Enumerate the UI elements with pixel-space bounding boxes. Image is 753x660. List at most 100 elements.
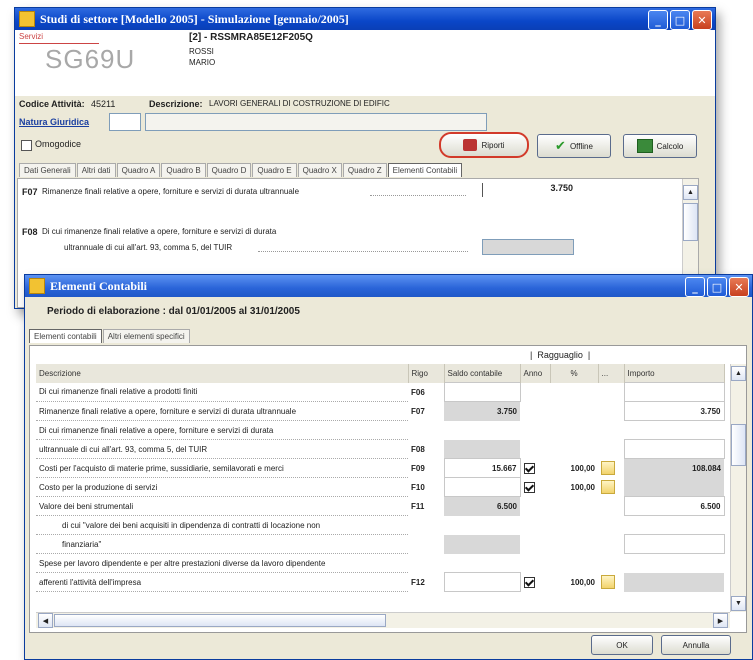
tab-quadro-d[interactable]: Quadro D (206, 163, 252, 177)
col-header-perc[interactable]: % (550, 364, 599, 383)
elementi-maximize-icon[interactable]: □ (707, 277, 727, 297)
calc-button-label: Calcolo (656, 141, 684, 151)
dots-cell (598, 535, 624, 554)
importo-cell[interactable]: 6.500 (623, 496, 725, 516)
table-row[interactable]: ultrannuale di cui all'art. 93, comma 5,… (36, 439, 725, 459)
f08-value-field[interactable] (482, 239, 574, 255)
tab-quadro-z[interactable]: Quadro Z (342, 163, 387, 177)
percent-cell (550, 535, 598, 554)
table-row[interactable]: afferenti l'attività dell'impresa F12 100,… (36, 572, 724, 592)
table-row[interactable]: Di cui rimanenze finali relative a prodo… (36, 382, 725, 402)
saldo-contabile-cell[interactable] (444, 439, 520, 459)
table-row[interactable]: Valore dei beni strumentali F11 6.500 6.500 (36, 496, 725, 516)
detail-button[interactable] (601, 461, 615, 475)
grid-scroll-right-icon[interactable]: ▶ (713, 613, 728, 628)
dots-cell[interactable] (598, 459, 624, 478)
saldo-contabile-cell[interactable] (443, 477, 521, 497)
tab-quadro-e[interactable]: Quadro E (252, 163, 297, 177)
grid-hscroll-thumb[interactable] (54, 614, 386, 627)
table-row[interactable]: di cui "valore dei beni acquisiti in dip… (36, 515, 724, 535)
anno-cell (520, 554, 550, 573)
importo-cell[interactable] (624, 477, 724, 497)
saldo-contabile-cell[interactable]: 6.500 (444, 496, 520, 516)
table-row[interactable]: Di cui rimanenze finali relative a opere… (36, 420, 724, 440)
grid-horizontal-scrollbar[interactable]: ◀ ▶ (36, 612, 730, 628)
grid-scroll-left-icon[interactable]: ◀ (38, 613, 53, 628)
grid-scroll-up-icon[interactable]: ▲ (731, 366, 746, 381)
grid-panel: | Ragguaglio | Descrizione Rigo Saldo co… (29, 345, 747, 633)
grid-vertical-scrollbar[interactable]: ▲ ▼ (730, 364, 746, 612)
importo-cell[interactable] (623, 439, 725, 459)
grid-scroll-thumb[interactable] (731, 424, 746, 466)
reports-button-label: Riporti (481, 140, 505, 150)
legal-nature-code-input[interactable] (109, 113, 141, 131)
percent-cell (550, 554, 598, 573)
importo-cell[interactable] (624, 572, 724, 592)
tab-elementi-contabili[interactable]: Elementi Contabili (387, 163, 463, 177)
detail-button[interactable] (601, 480, 615, 494)
calc-button[interactable]: Calcolo (623, 134, 697, 158)
close-icon[interactable]: ✕ (692, 10, 712, 30)
scroll-up-icon[interactable]: ▲ (683, 185, 698, 200)
importo-cell[interactable] (623, 382, 725, 402)
activity-code-value: 45211 (91, 99, 116, 109)
cancel-button[interactable]: Annulla (661, 635, 731, 655)
grid-scroll-down-icon[interactable]: ▼ (731, 596, 746, 611)
percent-cell (550, 402, 598, 421)
importo-cell[interactable]: 108.084 (624, 458, 724, 478)
col-header-rigo[interactable]: Rigo (408, 364, 445, 383)
reports-button[interactable]: Riporti (439, 132, 529, 158)
tab-altri-elementi[interactable]: Altri elementi specifici (102, 329, 190, 343)
anno-cell (520, 421, 550, 440)
importo-cell[interactable] (623, 534, 725, 554)
table-row[interactable]: Rimanenze finali relative a opere, forni… (36, 401, 725, 421)
dots-cell[interactable] (598, 573, 624, 592)
col-header-saldo[interactable]: Saldo contabile (444, 364, 521, 383)
detail-button[interactable] (601, 575, 615, 589)
percent-cell (550, 383, 598, 402)
table-row[interactable]: Costo per la produzione di servizi F10 100… (36, 477, 724, 497)
anno-checkbox[interactable] (523, 481, 535, 493)
dots-cell[interactable] (598, 478, 624, 497)
saldo-contabile-cell[interactable]: 3.750 (444, 401, 520, 421)
tab-quadro-x[interactable]: Quadro X (297, 163, 342, 177)
saldo-contabile-cell[interactable] (443, 572, 521, 592)
elementi-close-icon[interactable]: ✕ (729, 277, 749, 297)
legal-nature-label[interactable]: Natura Giuridica (19, 117, 89, 127)
anno-checkbox[interactable] (523, 576, 535, 588)
col-header-descrizione[interactable]: Descrizione (36, 364, 409, 383)
minimize-icon[interactable]: _ (648, 10, 668, 30)
checkbox-omogodice[interactable] (21, 140, 32, 151)
table-row[interactable]: finanziaria" (36, 534, 725, 554)
anno-checkbox[interactable] (523, 462, 535, 474)
col-header-anno[interactable]: Anno (520, 364, 551, 383)
ok-button[interactable]: OK (591, 635, 653, 655)
tab-quadro-a[interactable]: Quadro A (116, 163, 161, 177)
table-row[interactable]: Spese per lavoro dipendente e per altre … (36, 553, 724, 573)
offline-button[interactable]: ✔ Offline (537, 134, 611, 158)
anno-cell[interactable] (520, 459, 550, 478)
col-header-dots[interactable]: ... (598, 364, 625, 383)
percent-cell (550, 440, 598, 459)
tab-quadro-b[interactable]: Quadro B (161, 163, 206, 177)
anno-cell[interactable] (520, 478, 550, 497)
saldo-contabile-cell[interactable] (444, 534, 520, 554)
app-icon (19, 11, 35, 27)
saldo-contabile-cell[interactable]: 15.667 (443, 458, 521, 478)
saldo-contabile-cell[interactable] (443, 382, 521, 402)
tab-elementi-contabili-inner[interactable]: Elementi contabili (29, 329, 102, 343)
cancel-button-label: Annulla (682, 640, 710, 650)
taxpayer-code: [2] - RSSMRA85E12F205Q (189, 32, 313, 43)
f07-value-field[interactable]: 3.750 (482, 183, 573, 197)
table-row[interactable]: Costi per l'acquisto di materie prime, s… (36, 458, 724, 478)
importo-cell[interactable]: 3.750 (623, 401, 725, 421)
maximize-icon[interactable]: □ (670, 10, 690, 30)
anno-cell[interactable] (520, 573, 550, 592)
main-window-titlebar[interactable]: Studi di settore [Modello 2005] - Simula… (15, 8, 715, 30)
scroll-thumb[interactable] (683, 203, 698, 241)
elementi-minimize-icon[interactable]: _ (685, 277, 705, 297)
tab-dati-generali[interactable]: Dati Generali (19, 163, 76, 177)
elementi-titlebar[interactable]: Elementi Contabili _ □ ✕ (25, 275, 752, 297)
col-header-importo[interactable]: Importo (624, 364, 725, 383)
tab-altri-dati[interactable]: Altri dati (76, 163, 116, 177)
